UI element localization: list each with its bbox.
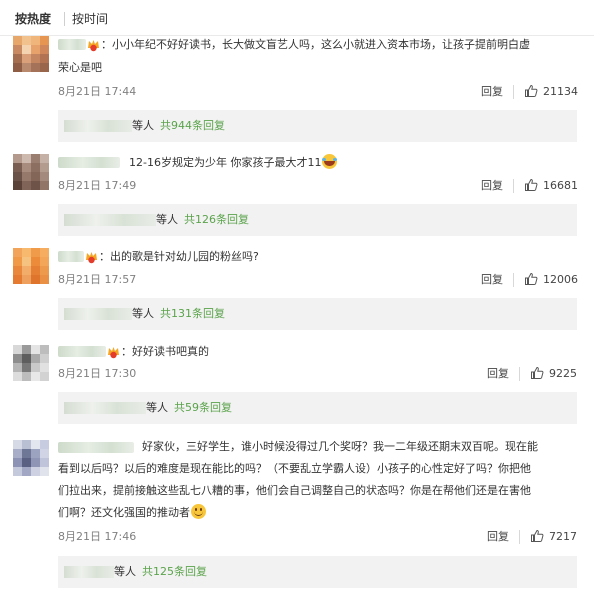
like-count: 16681 [543, 179, 578, 192]
reply-users-blurred [64, 214, 156, 226]
sort-divider [64, 12, 65, 26]
avatar[interactable] [13, 248, 49, 284]
username-blurred[interactable] [58, 251, 84, 262]
action-divider [519, 530, 520, 544]
action-divider [519, 367, 520, 381]
reply-users-suffix: 等人 [146, 401, 168, 414]
reply-users-blurred [64, 566, 114, 578]
username-blurred[interactable] [58, 346, 106, 357]
vip-crown-icon [108, 347, 119, 359]
vip-crown-icon [86, 252, 97, 264]
reply-users-blurred [64, 308, 132, 320]
sub-replies-box[interactable]: 等人 共131条回复 [58, 298, 577, 330]
reply-button[interactable]: 回复 [487, 367, 509, 381]
comment-text-line: 们啊？还文化强国的推动者 [58, 502, 206, 524]
thumbs-up-icon[interactable] [530, 529, 544, 543]
sort-bar: 按热度 按时间 [0, 0, 594, 36]
laughing-emoji-icon [322, 154, 338, 169]
action-divider [513, 273, 514, 287]
action-divider [513, 85, 514, 99]
reply-count-link[interactable]: 共944条回复 [160, 119, 225, 133]
like-count: 7217 [549, 530, 577, 543]
comment-date: 8月21日 17:57 [58, 273, 137, 286]
sort-by-hot-tab[interactable]: 按热度 [15, 11, 51, 27]
thumbs-up-icon[interactable] [524, 84, 538, 98]
avatar[interactable] [13, 36, 49, 72]
avatar[interactable] [13, 345, 49, 381]
like-count: 21134 [543, 85, 578, 98]
reply-button[interactable]: 回复 [481, 179, 503, 193]
vip-crown-icon [88, 40, 99, 52]
thumbs-up-icon[interactable] [524, 272, 538, 286]
comment-date: 8月21日 17:44 [58, 85, 137, 98]
sub-replies-box[interactable]: 等人 共944条回复 [58, 110, 577, 142]
reply-users-suffix: 等人 [114, 565, 136, 578]
thumbs-up-icon[interactable] [524, 178, 538, 192]
comment-text: 12-16岁规定为少年 你家孩子最大才11 [129, 152, 338, 174]
reply-users-suffix: 等人 [156, 213, 178, 226]
reply-users-suffix: 等人 [132, 307, 154, 320]
reply-button[interactable]: 回复 [481, 273, 503, 287]
reply-count-link[interactable]: 共126条回复 [184, 213, 249, 227]
avatar[interactable] [13, 154, 49, 190]
comment-date: 8月21日 17:46 [58, 530, 137, 543]
comment-text: ：好好读书吧真的 [121, 345, 209, 358]
comment-text: ：小小年纪不好好读书，长大做文盲艺人吗，这么小就进入资本市场，让孩子提前明白虚 [101, 38, 530, 51]
like-count: 12006 [543, 273, 578, 286]
sub-replies-box[interactable]: 等人 共125条回复 [58, 556, 577, 588]
reply-count-link[interactable]: 共131条回复 [160, 307, 225, 321]
comment-date: 8月21日 17:30 [58, 367, 137, 380]
reply-count-link[interactable]: 共59条回复 [174, 401, 232, 415]
like-count: 9225 [549, 367, 577, 380]
reply-button[interactable]: 回复 [487, 530, 509, 544]
reply-button[interactable]: 回复 [481, 85, 503, 99]
comment-date: 8月21日 17:49 [58, 179, 137, 192]
comment-text: 好家伙，三好学生，谁小时候没得过几个奖呀？我一二年级还期末双百呢。现在能 [142, 440, 538, 453]
comment-text-line: 荣心是吧 [58, 61, 102, 74]
smile-emoji-icon [191, 504, 206, 519]
reply-users-blurred [64, 402, 146, 414]
reply-count-link[interactable]: 共125条回复 [142, 565, 207, 579]
reply-users-blurred [64, 120, 132, 132]
avatar[interactable] [13, 440, 49, 476]
comment-text-line: 看到以后吗？以后的难度是现在能比的吗？（不要乱立学霸人设）小孩子的心性定好了吗？… [58, 462, 531, 475]
sub-replies-box[interactable]: 等人 共59条回复 [58, 392, 577, 424]
comment-text: ：出的歌是针对幼儿园的粉丝吗? [99, 250, 259, 263]
action-divider [513, 179, 514, 193]
username-blurred[interactable] [58, 39, 86, 50]
username-blurred[interactable] [58, 442, 134, 453]
reply-users-suffix: 等人 [132, 119, 154, 132]
thumbs-up-icon[interactable] [530, 366, 544, 380]
comment-text-line: 们拉出来，提前接触这些乱七八糟的事，他们会自己调整自己的状态吗？你是在帮他们还是… [58, 484, 531, 497]
sort-by-time-tab[interactable]: 按时间 [72, 11, 108, 27]
sub-replies-box[interactable]: 等人 共126条回复 [58, 204, 577, 236]
username-blurred[interactable] [58, 157, 120, 168]
